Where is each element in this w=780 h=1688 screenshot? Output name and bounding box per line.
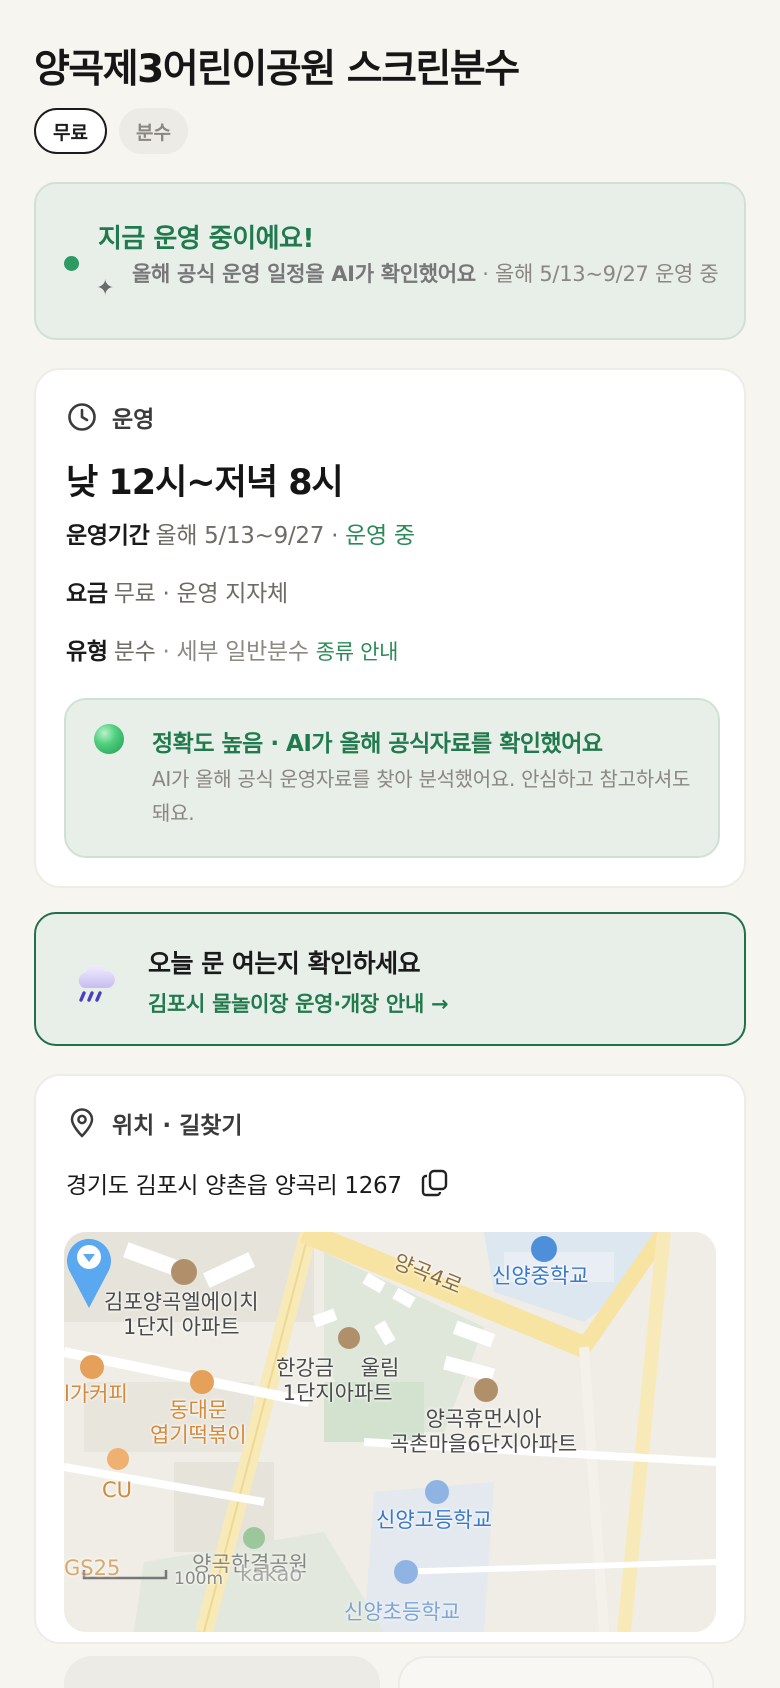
type-guide-link[interactable]: 종류 안내 — [316, 640, 399, 664]
sparkle-icon: ✦ — [96, 276, 115, 301]
open-status-card: 지금 운영 중이에요! ✦ 올해 공식 운영 일정을 AI가 확인했어요 · 올… — [34, 182, 746, 340]
fee-value: 무료 · 운영 지자체 — [113, 581, 288, 607]
map-view[interactable]: 양곡4로 신양중학교 김포양곡엘에이치 1단지 아파트 한강금 울림 1단지아파… — [64, 1232, 716, 1632]
type-value: 분수 — [113, 639, 156, 665]
operation-card: 운영 낮 12시~저녁 8시 운영기간 올해 5/13~9/27 · 운영 중 요… — [34, 368, 746, 888]
clock-icon — [68, 403, 96, 431]
bottom-action-right[interactable] — [398, 1656, 714, 1688]
accuracy-description: AI가 올해 공식 운영자료를 찾아 분석했어요. 안심하고 참고하셔도 돼요. — [152, 767, 691, 825]
period-value: 올해 5/13~9/27 · — [155, 523, 346, 549]
map-brand-label: kakao — [240, 1562, 303, 1586]
page: 양곡제3어린이공원 스크린분수 무료 분수 지금 운영 중이에요! ✦ 올해 공… — [0, 0, 780, 1688]
period-key: 운영기간 — [66, 523, 150, 549]
location-card: 위치 · 길찾기 경기도 김포시 양촌읍 양곡리 1267 양곡4로 신양중학교… — [34, 1074, 746, 1644]
accuracy-box: 정확도 높음 · AI가 올해 공식자료를 확인했어요 AI가 올해 공식 운영… — [64, 698, 720, 858]
tag-chips: 무료 분수 — [34, 108, 188, 154]
type-key: 유형 — [66, 639, 108, 665]
map-label-apt1: 김포양곡엘에이치 1단지 아파트 — [104, 1290, 259, 1339]
info-row-type: 유형 분수 · 세부 일반분수 종류 안내 — [66, 632, 398, 666]
map-label-gs: GS25 — [64, 1556, 121, 1580]
period-status: 운영 중 — [345, 523, 415, 549]
operation-heading-label: 운영 — [112, 407, 155, 433]
weather-notice-link[interactable]: 김포시 물놀이장 운영·개장 안내 → — [148, 988, 449, 1018]
map-scale-label: 100m — [174, 1569, 224, 1589]
copy-icon[interactable] — [420, 1168, 450, 1198]
chip-fountain[interactable]: 분수 — [118, 108, 188, 154]
status-dot-icon — [64, 256, 79, 271]
status-period: · 올해 5/13~9/27 운영 중 — [475, 262, 719, 286]
status-ai-note: 올해 공식 운영 일정을 AI가 확인했어요 — [132, 262, 476, 286]
map-label-apt2: 한강금 울림 1단지아파트 — [276, 1356, 400, 1405]
info-row-fee: 요금 무료 · 운영 지자체 — [66, 574, 288, 608]
bottom-action-left[interactable] — [64, 1656, 380, 1688]
location-pin-icon — [70, 1108, 94, 1138]
location-heading: 위치 · 길찾기 — [66, 1106, 243, 1140]
info-row-period: 운영기간 올해 5/13~9/27 · 운영 중 — [66, 516, 415, 550]
accuracy-ball-icon — [94, 724, 124, 754]
map-label-school3: 신양초등학교 — [344, 1600, 460, 1624]
operating-hours: 낮 12시~저녁 8시 — [66, 463, 344, 503]
location-heading-label: 위치 · 길찾기 — [112, 1113, 243, 1139]
address-text: 경기도 김포시 양촌읍 양곡리 1267 — [66, 1173, 402, 1199]
map-label-school2: 신양고등학교 — [376, 1508, 492, 1532]
weather-title: 오늘 문 여는지 확인하세요 — [148, 949, 421, 978]
status-description: 올해 공식 운영 일정을 AI가 확인했어요 · 올해 5/13~9/27 운영… — [132, 260, 732, 289]
operation-heading: 운영 — [66, 400, 154, 434]
fee-key: 요금 — [66, 581, 108, 607]
accuracy-title: 정확도 높음 · AI가 올해 공식자료를 확인했어요 — [152, 731, 603, 757]
page-title: 양곡제3어린이공원 스크린분수 — [34, 47, 520, 92]
map-label-cafe: l가커피 — [64, 1382, 128, 1406]
map-label-school1: 신양중학교 — [492, 1264, 589, 1288]
weather-check-card[interactable]: 오늘 문 여는지 확인하세요 김포시 물놀이장 운영·개장 안내 → — [34, 912, 746, 1046]
type-detail: · 세부 일반분수 — [155, 639, 316, 665]
map-marker-icon[interactable] — [64, 1232, 114, 1310]
map-label-food: 동대문 엽기떡볶이 — [150, 1398, 247, 1447]
address-row: 경기도 김포시 양촌읍 양곡리 1267 — [66, 1166, 450, 1200]
chip-free[interactable]: 무료 — [34, 108, 107, 154]
rain-cloud-icon — [78, 965, 115, 1002]
map-label-cu: CU — [102, 1478, 133, 1502]
map-label-apt3: 양곡휴먼시아 곡촌마을6단지아파트 — [390, 1407, 578, 1456]
status-title: 지금 운영 중이에요! — [98, 224, 314, 254]
